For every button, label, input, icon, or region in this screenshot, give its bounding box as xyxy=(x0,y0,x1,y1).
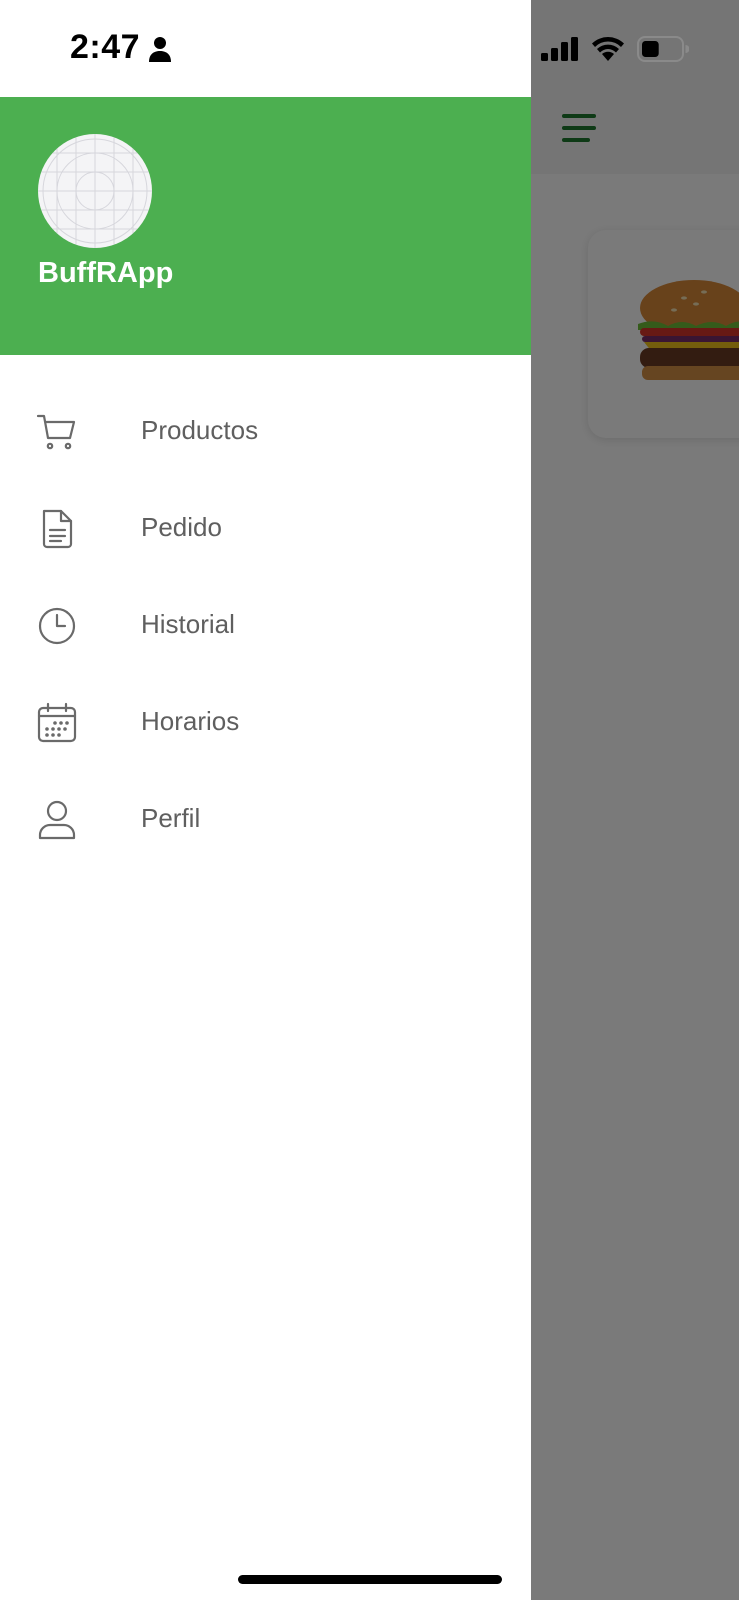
menu-item-horarios[interactable]: Horarios xyxy=(0,674,531,771)
menu-item-historial[interactable]: Historial xyxy=(0,577,531,674)
user-icon xyxy=(38,800,76,840)
cart-icon xyxy=(36,414,76,450)
menu-item-pedido[interactable]: Pedido xyxy=(0,480,531,577)
menu-label: Historial xyxy=(141,609,235,639)
menu-label: Perfil xyxy=(141,803,201,833)
screen: BuffRApp Productos Pedido Historial Hora… xyxy=(0,0,739,1600)
status-indicators xyxy=(541,36,689,62)
status-bar: 2:47 xyxy=(0,0,739,97)
navigation-drawer: BuffRApp Productos Pedido Historial Hora… xyxy=(0,0,531,1600)
menu-label: Pedido xyxy=(141,512,222,542)
clock-icon xyxy=(38,607,76,645)
cellular-signal-icon xyxy=(541,37,578,61)
menu-item-perfil[interactable]: Perfil xyxy=(0,771,531,868)
drawer-header: BuffRApp xyxy=(0,97,531,355)
avatar xyxy=(38,134,152,248)
battery-icon xyxy=(637,36,689,62)
menu-label: Productos xyxy=(141,415,259,445)
calendar-icon xyxy=(37,702,77,743)
menu-item-productos[interactable]: Productos xyxy=(0,383,531,480)
status-time: 2:47 xyxy=(70,28,141,66)
menu-label: Horarios xyxy=(141,706,240,736)
wifi-icon xyxy=(592,37,624,61)
person-icon xyxy=(149,37,171,62)
home-indicator[interactable] xyxy=(238,1575,502,1584)
app-name: BuffRApp xyxy=(38,257,174,289)
document-icon xyxy=(42,509,73,549)
drawer-menu: Productos Pedido Historial Horarios Perf… xyxy=(0,383,531,868)
